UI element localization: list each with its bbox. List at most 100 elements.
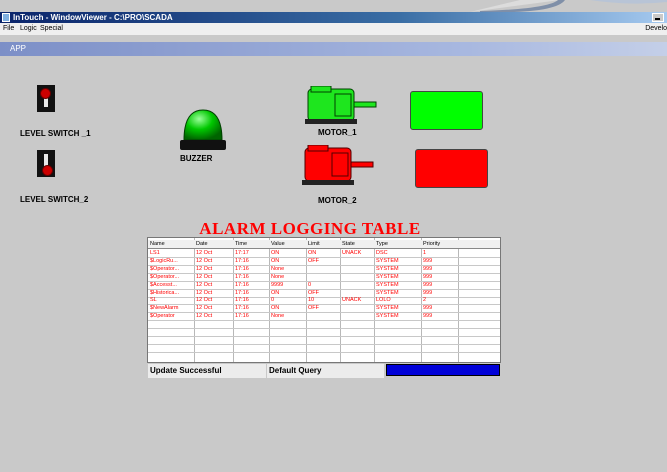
table-cell: SYSTEM [376, 281, 399, 288]
table-cell: 12 Oct [196, 265, 213, 272]
table-cell: $LogicRu... [150, 257, 178, 264]
table-header-row: Name Date Time Value Limit State Type Priority [148, 240, 500, 249]
buzzer-lamp-icon [180, 109, 226, 150]
menu-logic[interactable]: Logic [20, 23, 37, 35]
table-cell: OFF [308, 289, 319, 296]
table-cell: 2 [423, 297, 427, 304]
table-cell: OFF [308, 257, 319, 264]
switch-knob [40, 88, 51, 99]
table-cell: SYSTEM [376, 257, 399, 264]
table-cell: 999 [423, 281, 433, 288]
column-header[interactable]: Type [374, 240, 421, 248]
table-cell: 17:16 [235, 265, 249, 272]
table-cell: $Operator... [150, 265, 180, 272]
table-cell: 17:16 [235, 289, 249, 296]
query-name: Default Query [267, 364, 384, 378]
table-cell: 17:16 [235, 257, 249, 264]
motor-2-status-indicator [415, 149, 488, 188]
table-cell: LOLO [376, 297, 391, 304]
table-cell: ON [271, 289, 280, 296]
column-header[interactable]: Name [148, 240, 194, 248]
table-cell: LS1 [150, 250, 160, 256]
table-cell: SYSTEM [376, 313, 399, 320]
table-cell: 12 Oct [196, 297, 213, 304]
table-cell: None [271, 313, 285, 320]
table-cell: 17:16 [235, 313, 249, 320]
table-cell: 17:16 [235, 273, 249, 280]
level-switch-1-label: LEVEL SWITCH _1 [20, 129, 91, 138]
table-cell: UNACK [342, 297, 362, 304]
column-header[interactable]: Priority [421, 240, 458, 248]
menu-file[interactable]: File [3, 23, 14, 35]
minimize-icon[interactable] [652, 13, 664, 22]
table-cell: SYSTEM [376, 265, 399, 272]
motor-2-label: MOTOR_2 [318, 196, 357, 205]
table-cell: 12 Oct [196, 257, 213, 264]
window-title: InTouch - WindowViewer - C:\PRO\SCADA [13, 13, 173, 22]
column-header[interactable]: Date [194, 240, 233, 248]
table-cell: 999 [423, 273, 433, 280]
table-cell: 17:17 [235, 250, 249, 256]
table-cell: SYSTEM [376, 289, 399, 296]
status-message: Update Successful [148, 364, 266, 378]
table-cell: ON [271, 305, 280, 312]
alarm-logging-table[interactable]: Name Date Time Value Limit State Type Priority L… [147, 237, 501, 363]
table-cell: 999 [423, 289, 433, 296]
motor-1-motor-icon[interactable] [305, 86, 378, 126]
level-switch-2-toggle-switch-icon[interactable] [37, 150, 55, 177]
table-cell: DSC [376, 250, 388, 256]
level-switch-2-label: LEVEL SWITCH_2 [20, 195, 89, 204]
table-cell: 12 Oct [196, 289, 213, 296]
table-cell: 17:16 [235, 297, 249, 304]
alarm-table-title: ALARM LOGGING TABLE [199, 219, 421, 238]
table-cell: $NewAlarm [150, 305, 179, 312]
table-cell: ON [271, 250, 280, 256]
table-row-empty [148, 344, 500, 353]
motor-1-status-indicator [410, 91, 483, 130]
table-cell: 0 [271, 297, 275, 304]
table-cell: SYSTEM [376, 273, 399, 280]
progress-bar [386, 364, 500, 376]
app-window-title: APP [10, 44, 27, 53]
menu-bar: File Logic Special Develo [0, 23, 667, 35]
table-cell: ON [271, 257, 280, 264]
table-cell: $Accesst... [150, 281, 177, 288]
motor-2-motor-icon[interactable] [302, 145, 375, 187]
table-cell: None [271, 273, 285, 280]
column-header[interactable]: State [340, 240, 374, 248]
table-cell: 12 Oct [196, 250, 213, 256]
table-cell: 999 [423, 313, 433, 320]
level-switch-1-toggle-switch-icon[interactable] [37, 85, 55, 112]
window-titlebar: InTouch - WindowViewer - C:\PRO\SCADA [0, 12, 667, 23]
table-cell: $Operator [150, 313, 175, 320]
table-cell: 9999 [271, 281, 284, 288]
table-cell: SL [150, 297, 157, 304]
table-cell: 17:16 [235, 281, 249, 288]
table-cell: 999 [423, 257, 433, 264]
column-header[interactable]: Limit [306, 240, 340, 248]
table-cell: ON [308, 250, 317, 256]
switch-knob [42, 165, 53, 176]
menu-special[interactable]: Special [40, 23, 63, 35]
table-cell: $Historica... [150, 289, 180, 296]
table-cell: 999 [423, 265, 433, 272]
table-cell: SYSTEM [376, 305, 399, 312]
column-header[interactable]: Value [269, 240, 306, 248]
table-cell: 12 Oct [196, 313, 213, 320]
motor-1-label: MOTOR_1 [318, 128, 357, 137]
buzzer-label: BUZZER [180, 154, 213, 163]
window-app-icon [2, 13, 10, 22]
table-cell: UNACK [342, 250, 362, 256]
app-window-title-bar: APP [0, 42, 667, 56]
table-cell: None [271, 265, 285, 272]
table-cell: 12 Oct [196, 281, 213, 288]
table-cell: 17:16 [235, 305, 249, 312]
table-cell: $Operator... [150, 273, 180, 280]
table-cell: 10 [308, 297, 315, 304]
table-cell: 1 [423, 250, 427, 256]
table-cell: 12 Oct [196, 305, 213, 312]
table-cell: OFF [308, 305, 319, 312]
menu-develop[interactable]: Develo [645, 23, 667, 35]
table-cell: 0 [308, 281, 312, 288]
column-header[interactable]: Time [233, 240, 269, 248]
